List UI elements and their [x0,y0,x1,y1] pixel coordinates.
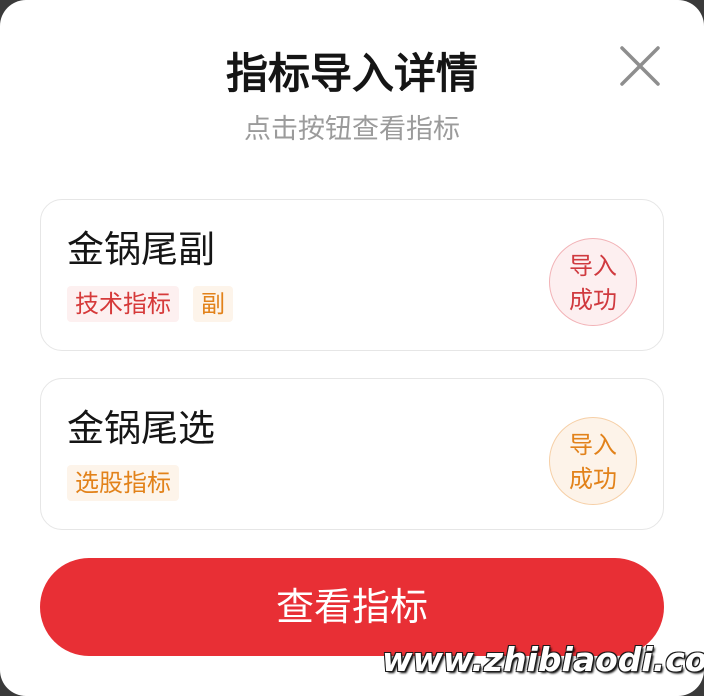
stamp-line-2: 成功 [569,465,617,493]
site-watermark: www.zhibiaodi.com [382,640,704,679]
close-icon[interactable] [614,40,666,92]
indicator-card: 金锅尾选 选股指标 导入 成功 [40,378,664,530]
stamp-line-1: 导入 [569,252,617,280]
indicator-tags: 选股指标 [67,465,179,501]
dialog-subtitle: 点击按钮查看指标 [244,114,460,145]
import-details-dialog: 指标导入详情 点击按钮查看指标 金锅尾副 技术指标 副 导入 成功 金锅尾选 选… [0,0,704,696]
indicator-type-tag: 技术指标 [67,286,179,322]
dialog-title: 指标导入详情 [225,49,478,98]
close-icon-graphic [620,46,660,86]
indicator-card: 金锅尾副 技术指标 副 导入 成功 [40,199,664,351]
stamp-line-1: 导入 [569,431,617,459]
indicator-name: 金锅尾副 [67,228,215,271]
import-success-stamp: 导入 成功 [549,238,637,326]
indicator-tags: 技术指标 副 [67,286,233,322]
import-success-stamp: 导入 成功 [549,417,637,505]
indicator-subtype-tag: 副 [193,286,233,322]
indicator-name: 金锅尾选 [67,407,215,450]
stamp-line-2: 成功 [569,286,617,314]
indicator-type-tag: 选股指标 [67,465,179,501]
